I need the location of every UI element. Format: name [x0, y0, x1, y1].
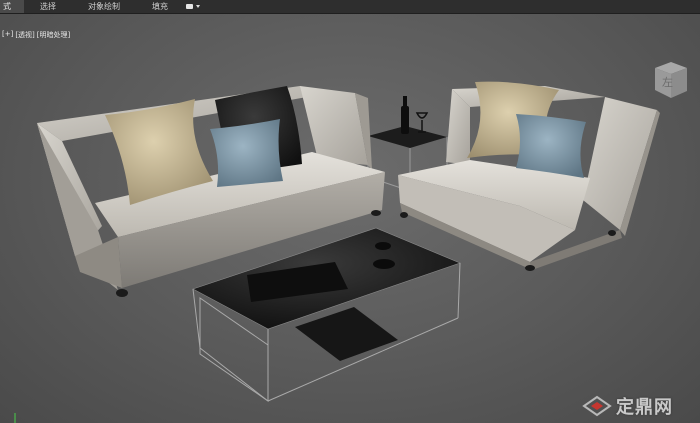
camera-dropdown-icon[interactable] — [186, 2, 204, 11]
viewcube-face-label: 左 — [662, 76, 673, 89]
viewport-menu-plus[interactable]: [+] — [2, 30, 13, 40]
watermark-text: 定鼎网 — [616, 397, 673, 418]
ribbon-tab-populate[interactable]: 填充 — [152, 0, 168, 13]
viewport-shading-label[interactable]: [明暗处理] — [37, 30, 70, 40]
ribbon-tab-object-paint[interactable]: 对象绘制 — [88, 0, 120, 13]
ribbon-tab-selection[interactable]: 选择 — [40, 0, 56, 13]
viewcube-icon[interactable]: 左 — [647, 58, 691, 100]
watermark: 定鼎网 — [582, 392, 700, 420]
viewport-label-bar: [+] [透视] [明暗处理] — [2, 30, 70, 40]
ribbon-tab-modeling[interactable]: 式 — [0, 0, 24, 13]
ribbon-toolbar: 式 选择 对象绘制 填充 — [0, 0, 700, 14]
scene-render — [37, 81, 660, 402]
axis-gizmo-icon — [14, 413, 16, 423]
perspective-viewport[interactable]: [+] [透视] [明暗处理] 左 — [0, 14, 700, 423]
viewport-view-label[interactable]: [透视] — [15, 30, 34, 40]
dingding-logo-icon — [582, 395, 612, 417]
